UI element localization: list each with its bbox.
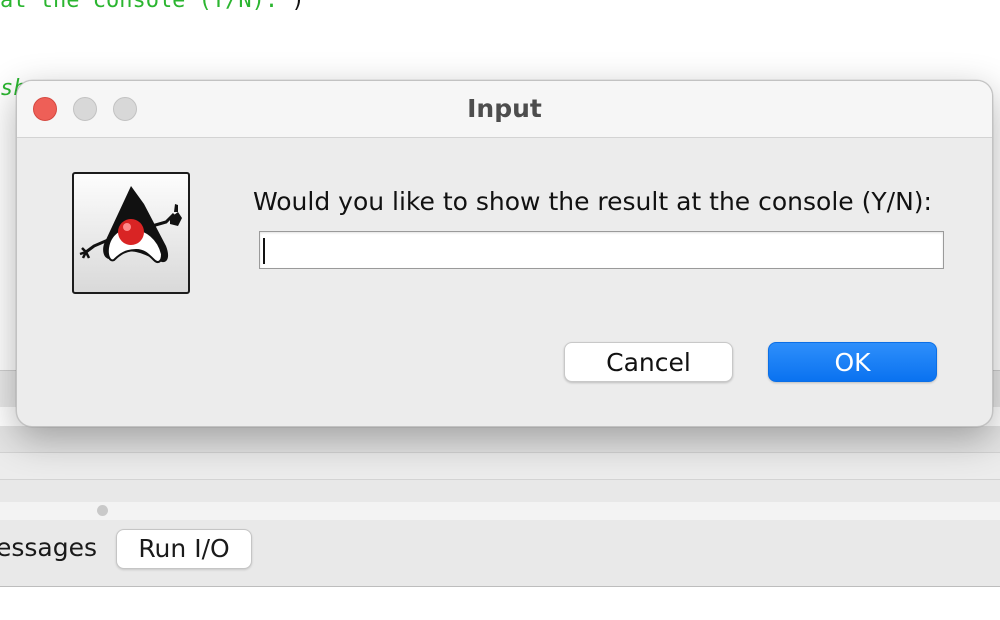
text-caret (263, 238, 265, 264)
close-window-button[interactable] (33, 97, 57, 121)
ok-button[interactable]: OK (768, 342, 937, 382)
answer-input[interactable] (259, 231, 944, 269)
tab-run-io[interactable]: Run I/O (116, 529, 252, 569)
zoom-window-button[interactable] (113, 97, 137, 121)
input-dialog: Input Would you like to show the result … (16, 80, 993, 427)
background-panel-strip (0, 453, 1000, 480)
splitter-handle-icon[interactable] (97, 505, 108, 516)
cancel-button[interactable]: Cancel (564, 342, 733, 382)
minimize-window-button[interactable] (73, 97, 97, 121)
prompt-label: Would you like to show the result at the… (253, 187, 932, 216)
background-panel-strip (0, 426, 1000, 453)
code-string-text: at the console (Y/N): (0, 0, 292, 13)
code-paren: ) (291, 0, 305, 13)
code-line-string: at the console (Y/N): ) (0, 0, 305, 13)
duke-java-icon (72, 172, 190, 294)
pane-splitter[interactable] (0, 502, 1000, 520)
output-area[interactable] (0, 587, 1000, 620)
dialog-title: Input (467, 94, 542, 123)
background-panel-strip (0, 480, 1000, 503)
tab-messages[interactable]: essages (0, 529, 108, 567)
dialog-titlebar[interactable]: Input (17, 81, 992, 138)
